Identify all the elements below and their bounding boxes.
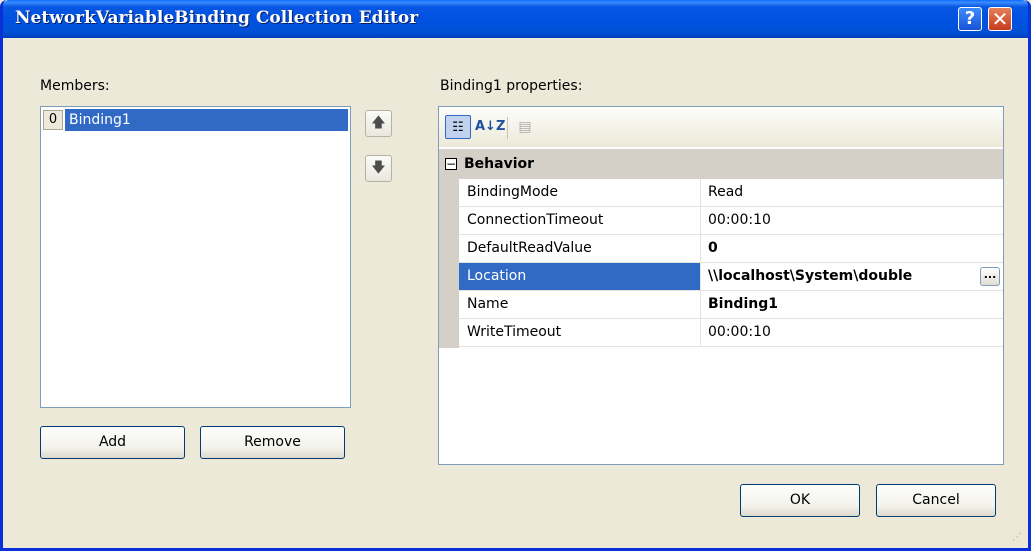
collapse-icon[interactable]: − bbox=[445, 158, 457, 170]
category-behavior[interactable]: − Behavior bbox=[439, 149, 1003, 179]
resize-grip-icon[interactable]: ⋰ bbox=[1012, 532, 1024, 544]
category-label: Behavior bbox=[464, 156, 535, 172]
ellipsis-button[interactable]: ... bbox=[980, 267, 1000, 286]
property-row[interactable]: Name Binding1 bbox=[459, 291, 1003, 319]
property-value[interactable]: \\localhost\System\double ... bbox=[702, 263, 1003, 290]
property-value[interactable]: 0 bbox=[702, 235, 1003, 262]
move-down-button[interactable]: 🡇 bbox=[365, 155, 392, 182]
row-gutter bbox=[439, 179, 459, 348]
properties-label: Binding1 properties: bbox=[440, 78, 583, 94]
help-button[interactable]: ? bbox=[958, 7, 982, 31]
members-label: Members: bbox=[40, 78, 110, 94]
arrow-up-icon: 🡅 bbox=[371, 115, 386, 131]
alphabetical-icon[interactable]: A↓Z bbox=[475, 115, 505, 139]
property-grid: ☷ A↓Z ▤ − Behavior BindingMode Read Conn… bbox=[438, 106, 1004, 465]
property-name[interactable]: Location bbox=[459, 263, 701, 290]
property-row[interactable]: ConnectionTimeout 00:00:10 bbox=[459, 207, 1003, 235]
list-item[interactable]: 0 Binding1 bbox=[43, 109, 348, 131]
property-value[interactable]: Binding1 bbox=[702, 291, 1003, 318]
ok-button[interactable]: OK bbox=[740, 484, 860, 517]
property-name[interactable]: WriteTimeout bbox=[459, 319, 701, 346]
property-pages-icon[interactable]: ▤ bbox=[513, 115, 537, 139]
categorized-icon[interactable]: ☷ bbox=[445, 115, 471, 139]
arrow-down-icon: 🡇 bbox=[371, 160, 386, 176]
property-name[interactable]: ConnectionTimeout bbox=[459, 207, 701, 234]
close-button[interactable]: ✕ bbox=[988, 7, 1012, 31]
property-name[interactable]: BindingMode bbox=[459, 179, 701, 206]
property-row[interactable]: BindingMode Read bbox=[459, 179, 1003, 207]
property-row-selected[interactable]: Location \\localhost\System\double ... bbox=[459, 263, 1003, 291]
property-value[interactable]: 00:00:10 bbox=[702, 319, 1003, 346]
title-bar[interactable]: NetworkVariableBinding Collection Editor… bbox=[3, 0, 1028, 38]
cancel-button[interactable]: Cancel bbox=[876, 484, 996, 517]
property-value[interactable]: 00:00:10 bbox=[702, 207, 1003, 234]
property-toolbar: ☷ A↓Z ▤ bbox=[439, 107, 1003, 147]
toolbar-separator bbox=[507, 117, 508, 139]
property-value[interactable]: Read bbox=[702, 179, 1003, 206]
property-name[interactable]: DefaultReadValue bbox=[459, 235, 701, 262]
property-row[interactable]: WriteTimeout 00:00:10 bbox=[459, 319, 1003, 347]
collection-editor-dialog: NetworkVariableBinding Collection Editor… bbox=[0, 0, 1031, 551]
window-title: NetworkVariableBinding Collection Editor bbox=[15, 8, 419, 28]
property-name[interactable]: Name bbox=[459, 291, 701, 318]
members-list[interactable]: 0 Binding1 bbox=[40, 106, 351, 408]
add-button[interactable]: Add bbox=[40, 426, 185, 459]
member-index: 0 bbox=[43, 110, 63, 130]
remove-button[interactable]: Remove bbox=[200, 426, 345, 459]
property-row[interactable]: DefaultReadValue 0 bbox=[459, 235, 1003, 263]
location-value[interactable]: \\localhost\System\double bbox=[708, 268, 912, 284]
move-up-button[interactable]: 🡅 bbox=[365, 110, 392, 137]
member-name[interactable]: Binding1 bbox=[65, 109, 348, 131]
